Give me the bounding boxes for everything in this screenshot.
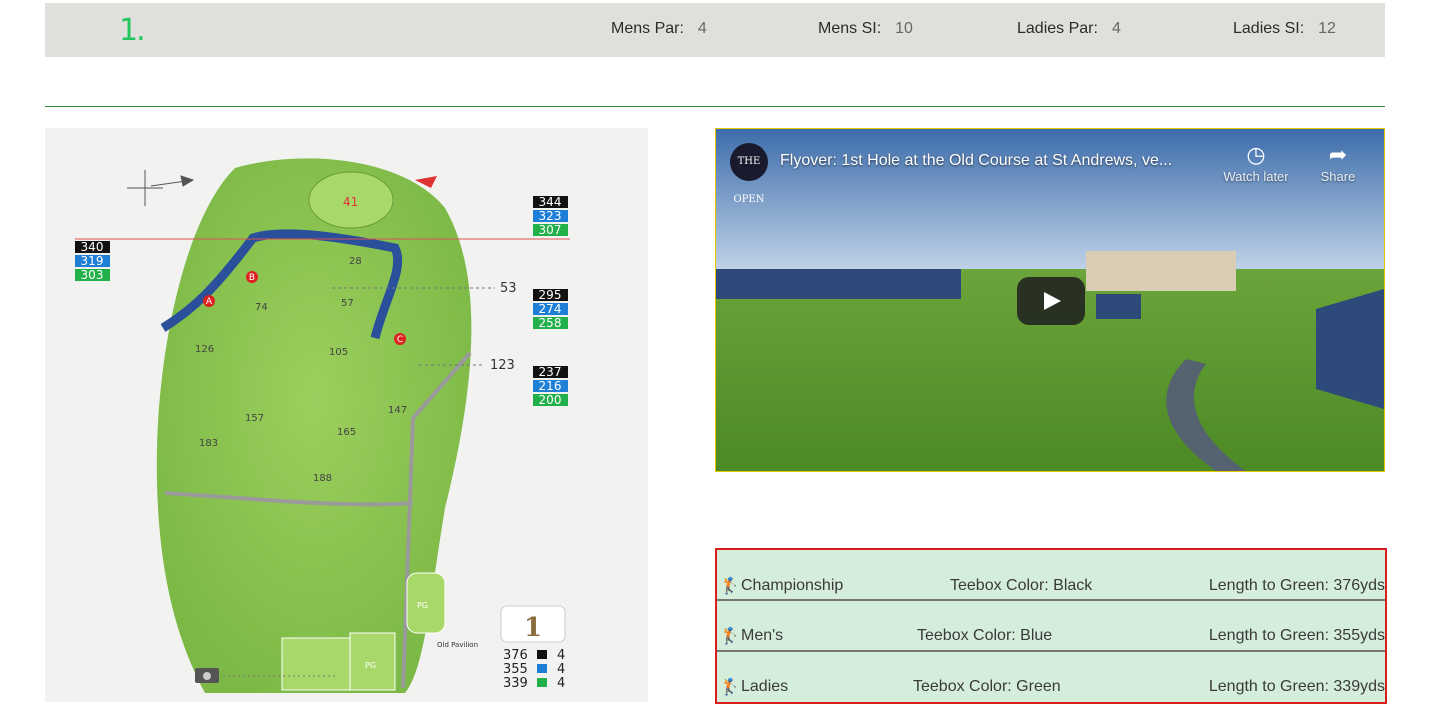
dist-point-157: 157 [245,413,264,424]
pg-label-bottom: PG [365,661,376,670]
ladies-si-value: 12 [1318,20,1336,37]
hole-header: 1. Mens Par: 4 Mens SI: 10 Ladies Par: 4 La… [45,3,1385,57]
old-pavilion-label: Old Pavilion [437,641,478,649]
compass-icon [127,170,195,206]
right-low-yardage-tags: 237 216 200 [533,365,568,407]
mens-si-label: Mens SI: [818,20,882,37]
dist-point-126: 126 [195,344,214,355]
hazard-a: A [206,297,213,307]
section-divider [45,106,1385,107]
svg-text:303: 303 [81,268,104,282]
ladies-par-label: Ladies Par: [1017,20,1098,37]
golfer-icon: 🏌 [720,679,740,696]
svg-text:258: 258 [539,316,562,330]
tee-name: Men's [741,627,784,644]
golfer-icon: 🏌 [720,628,740,645]
tee-row-ladies: 🏌 Ladies Teebox Color: Green Length to G… [717,652,1385,701]
hazard-b: B [249,273,255,283]
dist-point-147: 147 [388,405,407,416]
hole-badge-number: 1 [524,613,542,643]
dist-point-105: 105 [329,347,348,358]
svg-text:295: 295 [539,288,562,302]
svg-text:307: 307 [539,223,562,237]
mens-par-value: 4 [697,20,707,37]
svg-text:344: 344 [539,195,562,209]
svg-text:339: 339 [503,676,528,691]
ladies-par-value: 4 [1111,20,1121,37]
svg-text:4: 4 [557,648,565,663]
mens-par-label: Mens Par: [611,20,684,37]
dist-123-label: 123 [490,358,515,373]
dist-point-183: 183 [199,438,218,449]
tee-color: Teebox Color: Blue [917,627,1053,644]
mens-si-value: 10 [895,20,913,37]
tee-length: Length to Green: 339yds [1208,678,1385,695]
watch-later-button[interactable]: ◷ Watch later [1216,141,1296,184]
pg-label-top: PG [417,601,428,610]
ladies-par-stat: Ladies Par: 4 [1017,20,1121,38]
svg-text:323: 323 [539,209,562,223]
svg-text:200: 200 [539,393,562,407]
svg-text:4: 4 [557,662,565,677]
dist-53-label: 53 [500,281,517,296]
right-top-yardage-tags: 344 323 307 [533,195,568,237]
golfer-icon: 🏌 [720,578,740,595]
tee-length: Length to Green: 355yds [1208,627,1385,644]
tee-length: Length to Green: 376yds [1208,577,1385,594]
hole-number: 1. [119,13,146,48]
svg-text:355: 355 [503,662,528,677]
mens-par-stat: Mens Par: 4 [611,20,707,38]
svg-text:4: 4 [557,676,565,691]
mens-si-stat: Mens SI: 10 [818,20,913,38]
tee-name: Championship [741,577,844,594]
svg-text:319: 319 [81,254,104,268]
ladies-si-label: Ladies SI: [1233,20,1305,37]
tee-name: Ladies [741,678,789,695]
share-icon: ➦ [1328,142,1348,167]
hole-map: 53 123 41 28 57 74 105 126 147 157 165 1… [45,128,648,702]
video-title[interactable]: Flyover: 1st Hole at the Old Course at S… [780,152,1220,170]
hazard-c: C [397,335,403,345]
dist-point-188: 188 [313,473,332,484]
video-player[interactable]: THE OPEN Flyover: 1st Hole at the Old Co… [715,128,1385,472]
green-number: 41 [343,195,358,209]
tee-row-championship: 🏌 Championship Teebox Color: Black Lengt… [717,550,1385,601]
tee-legend: 376 4 355 4 339 4 [503,648,565,691]
clock-icon: ◷ [1246,142,1266,167]
watch-later-label: Watch later [1223,169,1289,184]
dist-point-57: 57 [341,298,354,309]
svg-text:274: 274 [539,302,562,316]
dist-point-28: 28 [349,256,362,267]
svg-text:340: 340 [81,240,104,254]
teebox-table: 🏌 Championship Teebox Color: Black Lengt… [715,548,1387,704]
tee-color: Teebox Color: Black [950,577,1093,594]
left-yardage-tags: 340 319 303 [75,240,110,282]
tee-color: Teebox Color: Green [913,678,1061,695]
ladies-si-stat: Ladies SI: 12 [1233,20,1336,38]
share-label: Share [1320,169,1356,184]
dist-point-165: 165 [337,427,356,438]
hole-map-graphic: 53 123 41 28 57 74 105 126 147 157 165 1… [75,158,570,694]
play-button[interactable] [1017,277,1085,325]
tee-box-area [281,637,351,691]
svg-text:237: 237 [539,365,562,379]
camera-icon [195,668,219,683]
dist-point-74: 74 [255,302,268,313]
svg-text:376: 376 [503,648,528,663]
channel-logo[interactable]: THE OPEN [730,143,768,205]
svg-text:216: 216 [539,379,562,393]
share-button[interactable]: ➦ Share [1298,141,1378,184]
tee-row-mens: 🏌 Men's Teebox Color: Blue Length to Gre… [717,601,1385,652]
right-mid-yardage-tags: 295 274 258 [533,288,568,330]
